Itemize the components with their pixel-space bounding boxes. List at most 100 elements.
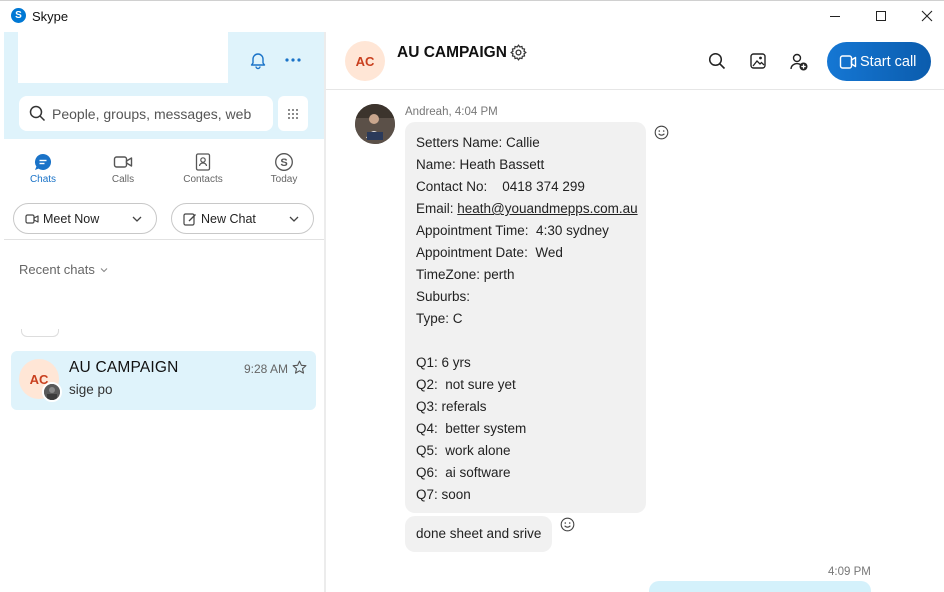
star-icon [292,360,307,374]
search-icon [29,105,46,122]
conversation-title[interactable]: AU CAMPAIGN [397,44,507,62]
close-button[interactable] [904,1,944,31]
tab-calls-label: Calls [111,174,135,185]
search-input[interactable] [52,105,252,122]
message-bubble[interactable]: done sheet and srive [405,516,552,552]
start-call-label: Start call [860,53,917,70]
tab-today-label: Today [270,174,298,185]
email-link[interactable]: heath@youandmepps.com.au [457,201,637,216]
chat-name: AU CAMPAIGN [69,359,179,376]
tab-chats[interactable]: Chats [13,150,73,185]
search-conversation-button[interactable] [708,52,726,75]
conversation-header: AC AU CAMPAIGN Start call [326,32,944,90]
tab-chats-label: Chats [29,174,57,185]
tab-contacts[interactable]: Contacts [173,150,233,185]
profile-area[interactable] [18,32,228,83]
message-line [416,330,638,352]
group-settings-button[interactable] [510,44,527,66]
react-button[interactable] [560,517,575,537]
chat-preview: sige po [69,382,113,397]
message-line: Q6: ai software [416,465,511,480]
chevron-down-icon [289,216,299,222]
meet-now-icon [25,214,39,224]
message-line: Q3: referals [416,399,487,414]
recent-chats-label: Recent chats [19,262,95,277]
minimize-button[interactable] [812,1,858,31]
message-line: Q4: better system [416,421,527,436]
tab-contacts-label: Contacts [183,174,223,185]
minimize-icon [830,16,840,17]
message-line: TimeZone: perth [416,267,515,282]
smiley-icon [560,517,575,532]
skype-logo-icon: S [11,8,26,23]
message-line-email: Email: heath@youandmepps.com.au [416,198,638,220]
message-line: Q1: 6 yrs [416,355,471,370]
outgoing-message-bubble[interactable] [649,581,871,592]
maximize-icon [876,11,886,21]
title-bar: S Skype [0,0,944,32]
favorite-button[interactable] [292,360,307,380]
recent-chats-dropdown[interactable]: Recent chats [19,262,108,277]
conversation-panel: AC AU CAMPAIGN Start call Andreah, 4:04 … [326,32,944,592]
search-icon [708,52,726,70]
window-title: Skype [32,9,69,24]
outgoing-message-time: 4:09 PM [828,566,871,578]
notifications-button[interactable] [248,50,268,75]
sidebar: Chats Calls [4,32,325,592]
search-box[interactable] [19,96,273,131]
meet-now-button[interactable]: Meet Now [13,203,157,234]
avatar[interactable]: AC [345,41,385,81]
skype-window: S Skype People, groups, messages, web Ch… [0,0,944,592]
tab-calls[interactable]: Calls [93,150,153,185]
new-chat-icon [183,213,196,226]
chat-list-item[interactable]: AC AU CAMPAIGN 9:28 AM sige po [11,351,316,410]
new-chat-button[interactable]: New Chat [171,203,314,234]
message-line: Q2: not sure yet [416,377,516,392]
meet-now-label: Meet Now [43,211,100,226]
sender-avatar[interactable] [355,104,395,144]
dialpad-icon [288,108,298,119]
add-person-icon [790,53,808,71]
chat-time: 9:28 AM [244,362,289,376]
message-line: Name: Heath Bassett [416,157,545,172]
more-icon [285,58,301,62]
gallery-button[interactable] [749,52,767,75]
dialpad-button[interactable] [278,96,308,131]
message-body: Setters Name: Callie Name: Heath Bassett… [416,132,638,506]
message-line: Q5: work alone [416,443,511,458]
maximize-button[interactable] [858,1,904,31]
contacts-book-icon [195,153,211,171]
member-avatar [42,382,62,402]
message-line: Appointment Date: Wed [416,245,563,260]
message-line: Contact No: 0418 374 299 [416,179,585,194]
new-chat-label: New Chat [201,211,256,226]
svg-text:S: S [280,157,287,169]
chat-bubble-icon [35,153,52,170]
gear-icon [510,44,527,61]
sidebar-divider [4,239,325,240]
main-nav: Chats Calls Contacts S Today [4,150,325,194]
message-line: Q7: soon [416,487,471,502]
video-camera-icon [113,156,133,168]
chevron-down-icon [100,267,108,272]
scroll-stub [21,329,59,337]
message-bubble[interactable]: Setters Name: Callie Name: Heath Bassett… [405,122,646,513]
email-label: Email: [416,201,458,216]
bell-icon [250,53,266,70]
smiley-icon [654,125,669,140]
add-people-button[interactable] [789,52,809,77]
tab-today[interactable]: S Today [254,150,314,185]
start-call-button[interactable]: Start call [827,42,931,81]
message-line: Suburbs: [416,289,471,304]
message-line: Appointment Time: 4:30 sydney [416,223,609,238]
more-options-button[interactable] [284,50,302,75]
sidebar-header [4,32,325,139]
chevron-down-icon [132,216,142,222]
close-icon [921,10,933,22]
gallery-icon [750,53,766,69]
react-button[interactable] [654,125,669,145]
skype-today-icon: S [275,153,293,171]
video-call-icon [839,55,857,69]
message-meta: Andreah, 4:04 PM [405,106,498,118]
message-line: Type: C [416,311,463,326]
